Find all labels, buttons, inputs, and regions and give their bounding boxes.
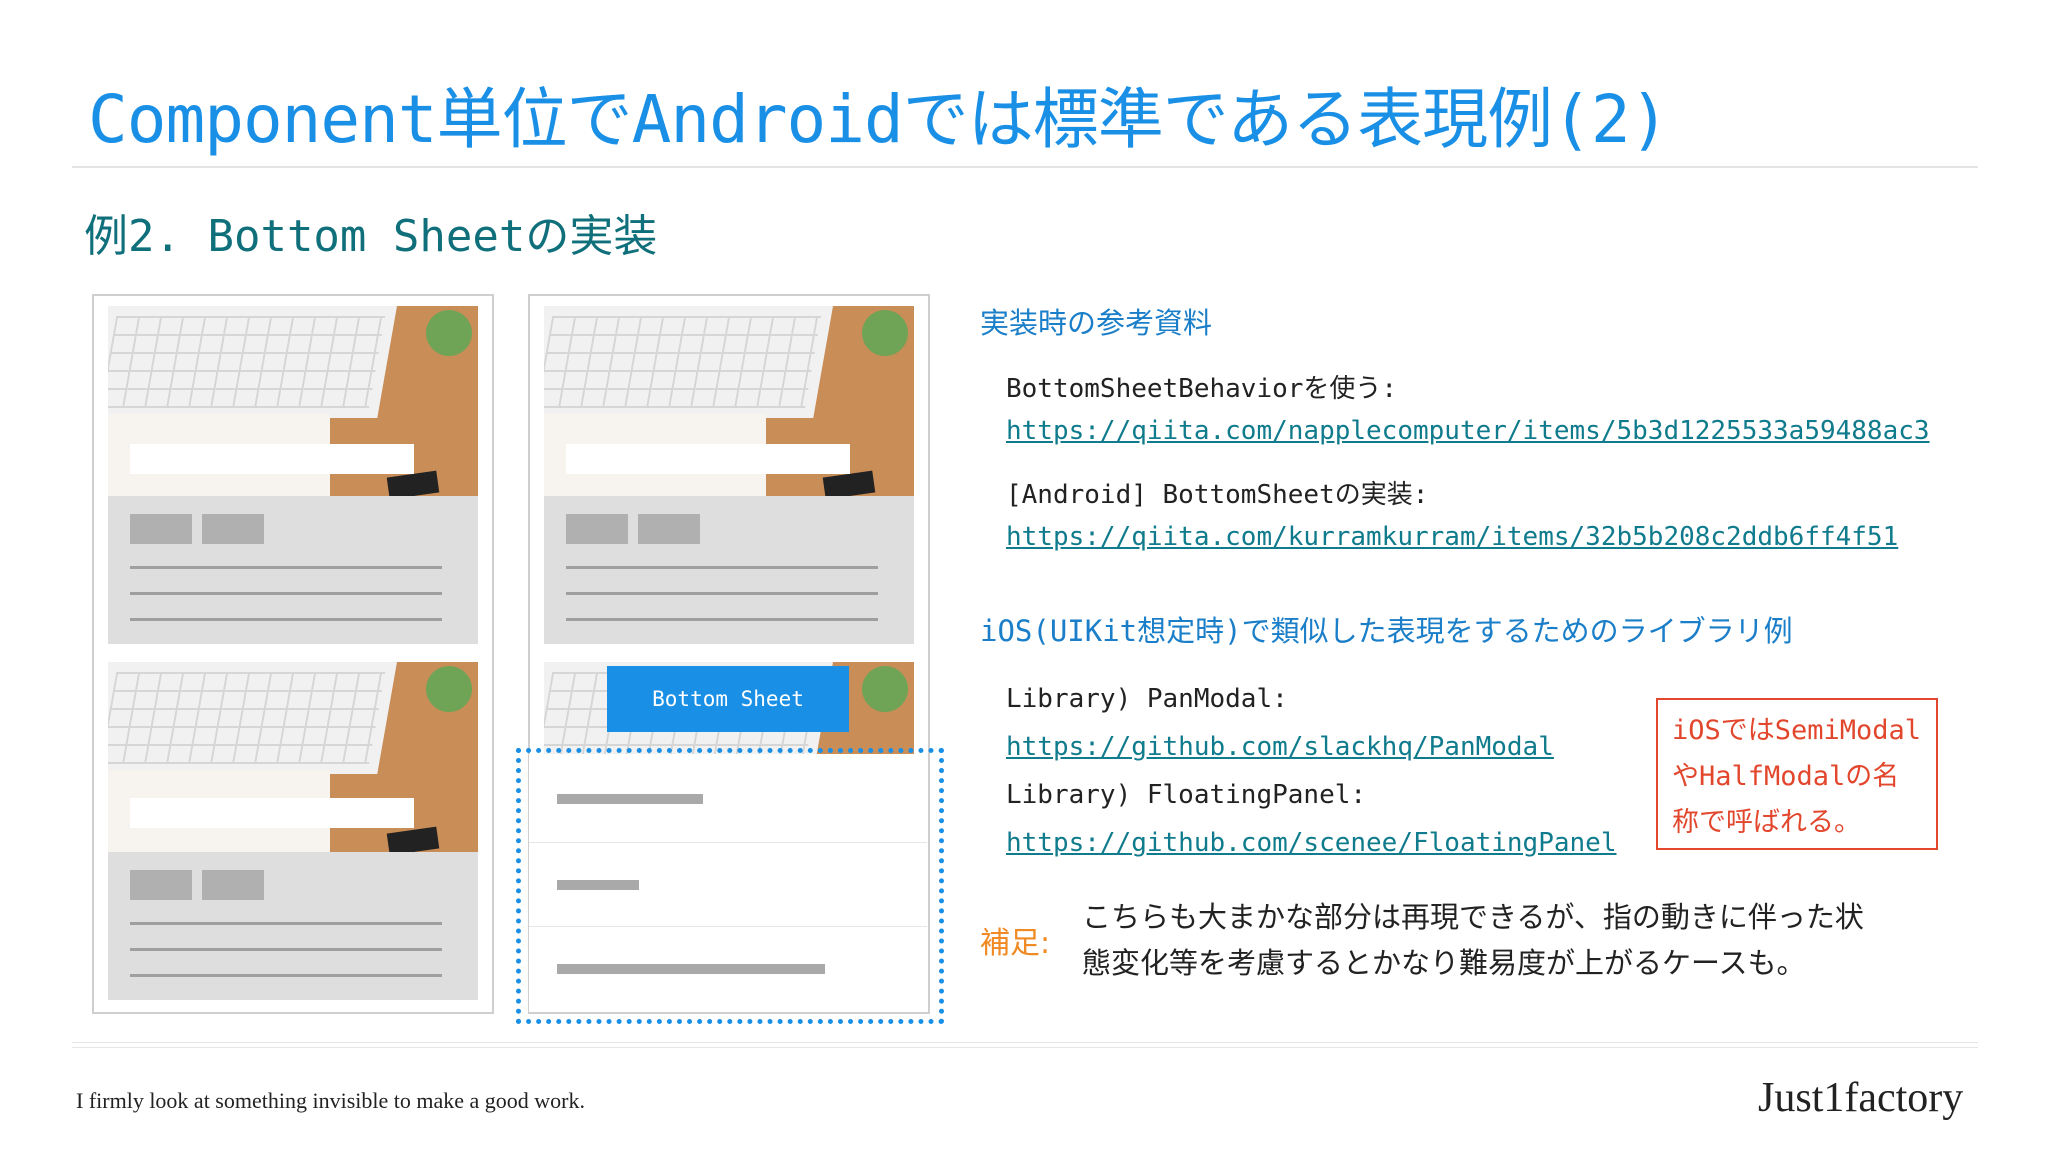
ios-note-box: iOSではSemiModal やHalfModalの名 称で呼ばれる。	[1656, 698, 1938, 850]
bottom-sheet-button[interactable]: Bottom Sheet	[607, 666, 849, 732]
card-photo	[108, 662, 478, 852]
library-link[interactable]: https://github.com/slackhq/PanModal	[1006, 732, 1554, 762]
reference-link[interactable]: https://qiita.com/kurramkurram/items/32b…	[1006, 522, 1898, 552]
note-line: iOSではSemiModal	[1672, 715, 1922, 746]
content-card	[108, 306, 478, 644]
footer-brand: Just1factory	[1758, 1075, 1964, 1121]
card-chips	[130, 514, 274, 548]
title-divider	[72, 166, 1978, 168]
footer-tagline: I firmly look at something invisible to …	[76, 1088, 585, 1113]
slide-title: Component単位でAndroidでは標準である表現例(2)	[88, 81, 1669, 158]
content-card	[108, 662, 478, 1000]
phone-mockup-list	[92, 294, 494, 1014]
note-line: 称で呼ばれる。	[1672, 807, 1861, 838]
library-link[interactable]: https://github.com/scenee/FloatingPanel	[1006, 828, 1616, 858]
card-title-placeholder	[130, 444, 414, 474]
card-photo	[544, 306, 914, 496]
bottom-sheet-highlight	[516, 748, 944, 1024]
references-heading: 実装時の参考資料	[980, 306, 1213, 340]
card-photo	[108, 306, 478, 496]
reference-link[interactable]: https://qiita.com/napplecomputer/items/5…	[1006, 416, 1930, 446]
reference-label: BottomSheetBehaviorを使う:	[1006, 374, 1398, 404]
content-card	[544, 306, 914, 644]
card-title-placeholder	[566, 444, 850, 474]
ios-heading: iOS(UIKit想定時)で類似した表現をするためのライブラリ例	[980, 614, 1793, 648]
supplement-label: 補足:	[980, 926, 1051, 961]
supplement-line: こちらも大まかな部分は再現できるが、指の動きに伴った状	[1082, 900, 1864, 934]
library-label: Library) PanModal:	[1006, 684, 1288, 714]
card-title-placeholder	[130, 798, 414, 828]
slide-subtitle: 例2. Bottom Sheetの実装	[84, 211, 658, 262]
library-label: Library) FloatingPanel:	[1006, 780, 1367, 810]
supplement-line: 態変化等を考慮するとかなり難易度が上がるケースも。	[1082, 946, 1806, 980]
supplement-text: こちらも大まかな部分は再現できるが、指の動きに伴った状 態変化等を考慮するとかな…	[1082, 894, 1864, 986]
reference-label: [Android] BottomSheetの実装:	[1006, 480, 1429, 510]
footer-divider	[72, 1042, 1978, 1048]
card-chips	[130, 870, 274, 904]
note-line: やHalfModalの名	[1672, 761, 1900, 792]
card-chips	[566, 514, 710, 548]
